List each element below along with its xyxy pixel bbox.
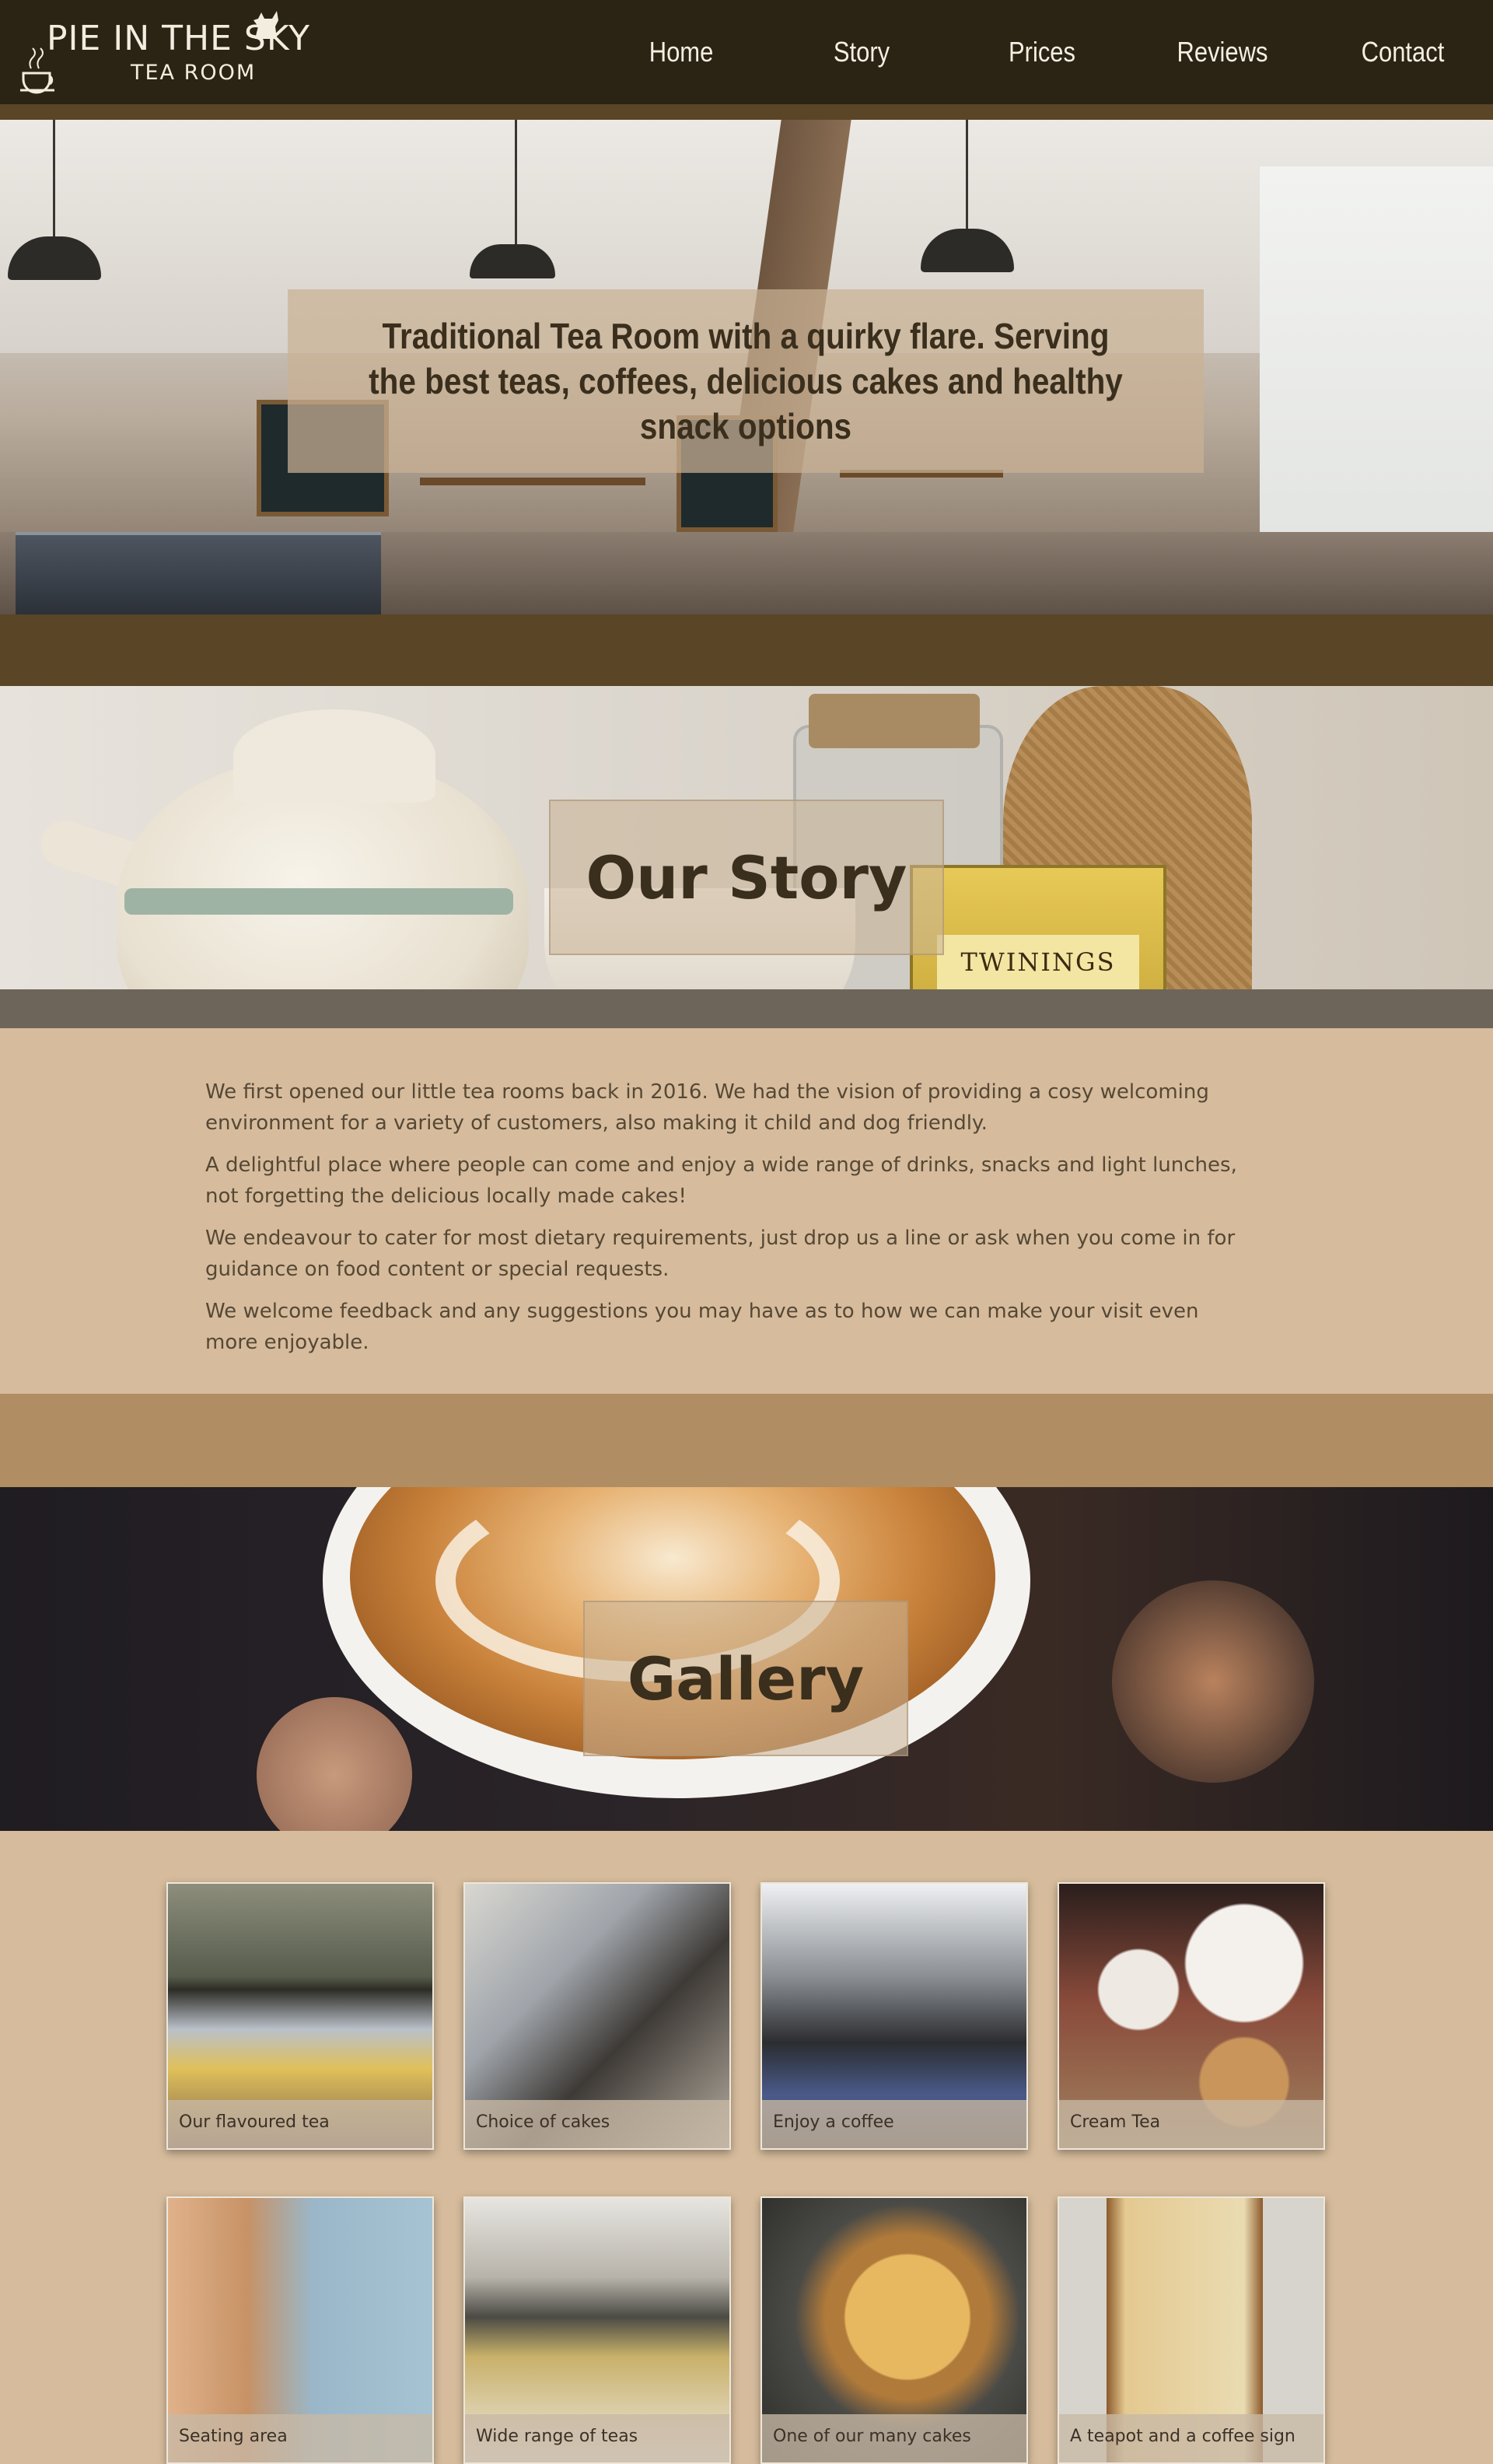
lamp-cord	[53, 120, 55, 236]
table-edge	[0, 989, 1493, 1028]
jar-cork	[809, 694, 980, 748]
gallery-item[interactable]: Cream Tea	[1058, 1882, 1325, 2150]
story-paragraph: We first opened our little tea rooms bac…	[205, 1080, 1209, 1135]
story-heading: Our Story	[586, 842, 907, 912]
shelf	[420, 478, 645, 485]
hero-divider	[0, 614, 1493, 686]
hero-tagline: Traditional Tea Room with a quirky flare…	[369, 316, 1123, 446]
gallery-caption: Seating area	[168, 2414, 432, 2462]
gallery-caption: Wide range of teas	[465, 2414, 729, 2462]
story-heading-box: Our Story	[549, 800, 944, 955]
brand-subtitle: TEA ROOM	[131, 61, 257, 85]
gallery-banner: Gallery	[0, 1487, 1493, 1831]
nav-story[interactable]: Story	[784, 0, 939, 104]
story-paragraph: We endeavour to cater for most dietary r…	[205, 1227, 1236, 1281]
lamp-cord	[966, 120, 968, 229]
top-nav: PIE IN THE SKY TEA ROOM Home Story Price…	[0, 0, 1493, 104]
gallery-caption: One of our many cakes	[762, 2414, 1026, 2462]
blurred-hand	[1112, 1580, 1314, 1783]
gallery-caption: Our flavoured tea	[168, 2100, 432, 2148]
gallery-caption: Enjoy a coffee	[762, 2100, 1026, 2148]
nav-contact[interactable]: Contact	[1325, 0, 1481, 104]
story-paragraph: A delightful place where people can come…	[205, 1153, 1237, 1208]
nav-menu: Home Story Prices Reviews Contact	[591, 0, 1493, 104]
hero-tagline-box: Traditional Tea Room with a quirky flare…	[288, 289, 1204, 473]
hand	[257, 1697, 412, 1831]
gallery-item[interactable]: Wide range of teas	[463, 2196, 731, 2464]
hero-banner: Traditional Tea Room with a quirky flare…	[0, 120, 1493, 614]
gallery-caption: A teapot and a coffee sign	[1059, 2414, 1323, 2462]
tea-tin-label: TWININGS	[937, 935, 1139, 989]
story-divider	[0, 1394, 1493, 1487]
gallery-item[interactable]: Seating area	[166, 2196, 434, 2464]
gallery-item[interactable]: A teapot and a coffee sign	[1058, 2196, 1325, 2464]
nav-prices[interactable]: Prices	[964, 0, 1120, 104]
gallery-item[interactable]: Choice of cakes	[463, 1882, 731, 2150]
gallery-item[interactable]: Our flavoured tea	[166, 1882, 434, 2150]
gallery-grid: Our flavoured tea Choice of cakes Enjoy …	[0, 1831, 1493, 2464]
nav-reviews[interactable]: Reviews	[1145, 0, 1300, 104]
teapot-lid	[233, 709, 435, 803]
cake-display-case	[16, 532, 381, 614]
gallery-caption: Cream Tea	[1059, 2100, 1323, 2148]
story-content: We first opened our little tea rooms bac…	[0, 1028, 1493, 1394]
brand-logo[interactable]: PIE IN THE SKY TEA ROOM	[17, 8, 309, 100]
gallery-heading: Gallery	[627, 1643, 865, 1713]
story-paragraph: We welcome feedback and any suggestions …	[205, 1300, 1199, 1354]
lamp-cord	[515, 120, 517, 244]
gallery-item[interactable]: Enjoy a coffee	[760, 1882, 1028, 2150]
story-banner: TWININGS Our Story	[0, 686, 1493, 1028]
gallery-item[interactable]: One of our many cakes	[760, 2196, 1028, 2464]
dog-icon	[253, 11, 278, 39]
gallery-caption: Choice of cakes	[465, 2100, 729, 2148]
nav-divider	[0, 104, 1493, 120]
nav-home[interactable]: Home	[603, 0, 759, 104]
teapot-band	[124, 888, 513, 915]
gallery-heading-box: Gallery	[583, 1601, 908, 1756]
